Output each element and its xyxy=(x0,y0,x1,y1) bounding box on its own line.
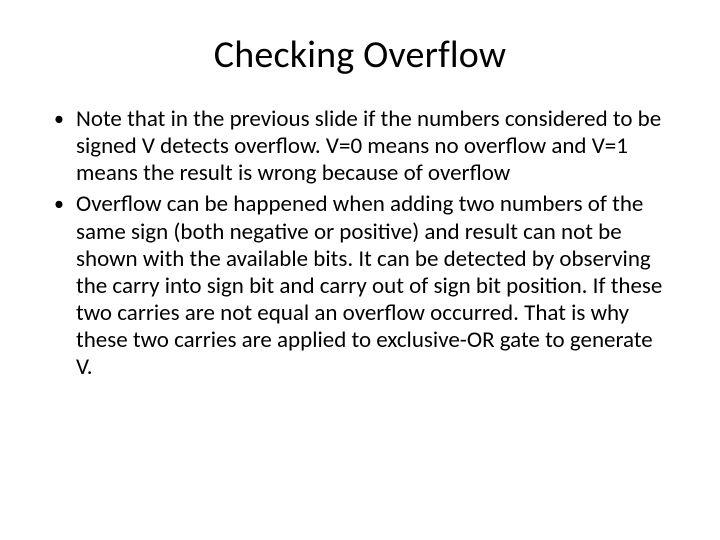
slide-body: Note that in the previous slide if the n… xyxy=(52,106,668,385)
slide-title: Checking Overflow xyxy=(52,32,668,78)
bullet-list: Note that in the previous slide if the n… xyxy=(52,106,668,381)
slide: Checking Overflow Note that in the previ… xyxy=(0,0,720,540)
list-item: Note that in the previous slide if the n… xyxy=(52,106,668,187)
list-item: Overflow can be happened when adding two… xyxy=(52,191,668,381)
